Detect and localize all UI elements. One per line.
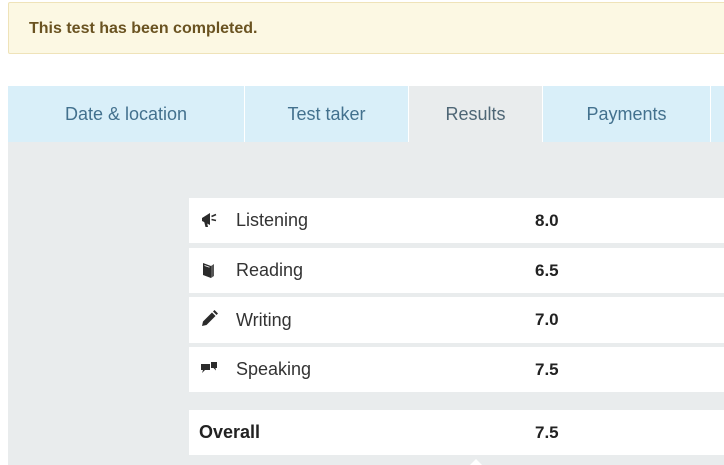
overall-score: 7.5	[535, 422, 559, 442]
completion-alert: This test has been completed.	[8, 2, 724, 54]
listening-score: 8.0	[535, 210, 559, 230]
dropdown-caret-icon	[470, 459, 482, 465]
overall-label: Overall	[199, 422, 261, 442]
writing-score: 7.0	[535, 310, 559, 329]
speech-bubbles-icon	[199, 359, 219, 379]
reading-label: Reading	[236, 260, 304, 280]
score-row-listening: Listening 8.0	[189, 198, 724, 243]
tab-bar: Date & location Test taker Results Payme…	[8, 86, 724, 142]
score-row-writing: Writing 7.0	[189, 297, 724, 343]
listening-label: Listening	[236, 210, 309, 230]
megaphone-icon	[199, 210, 219, 230]
book-icon	[199, 260, 219, 280]
tab-test-taker[interactable]: Test taker	[245, 86, 409, 142]
tab-date-location[interactable]: Date & location	[8, 86, 245, 142]
score-row-speaking: Speaking 7.5	[189, 347, 724, 392]
speaking-score: 7.5	[535, 359, 559, 379]
writing-label: Writing	[236, 309, 292, 330]
speaking-label: Speaking	[236, 359, 312, 379]
completion-alert-message: This test has been completed.	[29, 20, 258, 37]
reading-score: 6.5	[535, 260, 559, 280]
pencil-icon	[199, 309, 219, 329]
tab-payments[interactable]: Payments	[543, 86, 711, 142]
tab-results[interactable]: Results	[409, 86, 543, 142]
tab-overflow[interactable]	[711, 86, 724, 142]
score-row-reading: Reading 6.5	[189, 248, 724, 293]
score-row-overall: Overall 7.5	[189, 410, 724, 455]
